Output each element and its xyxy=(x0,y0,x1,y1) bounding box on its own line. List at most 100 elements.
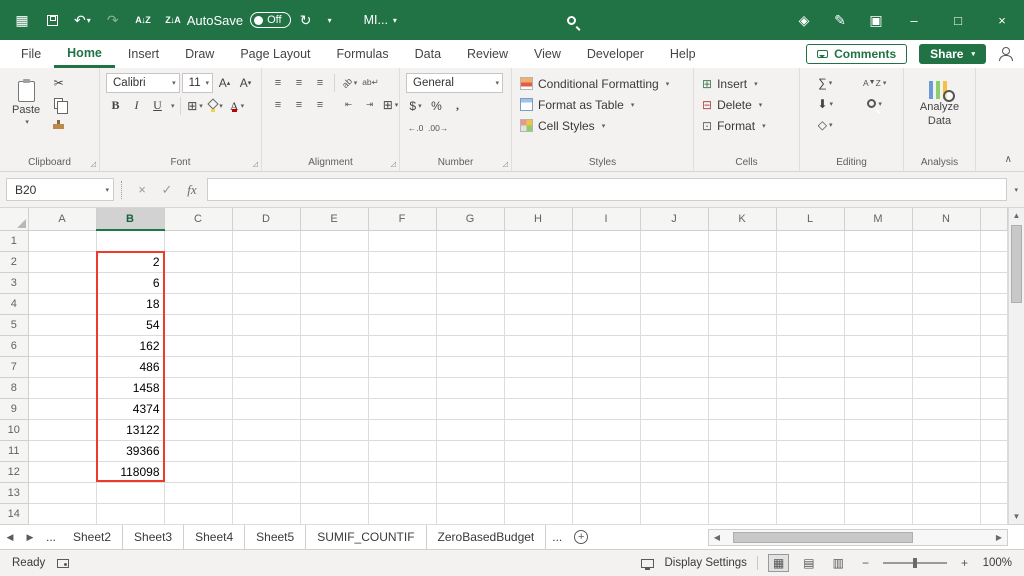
cell-D8[interactable] xyxy=(232,377,301,399)
cell-N9[interactable] xyxy=(912,398,981,420)
cell-D5[interactable] xyxy=(232,314,301,336)
increase-decimal-icon[interactable]: ←.0 xyxy=(406,118,425,137)
cell-E8[interactable] xyxy=(300,377,369,399)
sheet-overflow-right[interactable]: ... xyxy=(546,525,568,549)
cell-M4[interactable] xyxy=(844,293,913,315)
column-header-G[interactable]: G xyxy=(436,208,505,231)
cell-N11[interactable] xyxy=(912,440,981,462)
align-top-icon[interactable]: ≡ xyxy=(268,73,287,92)
cell-G2[interactable] xyxy=(436,251,505,273)
format-cells-button[interactable]: ⊡ Format ▾ xyxy=(700,115,793,136)
cell-H8[interactable] xyxy=(504,377,573,399)
cell-B13[interactable] xyxy=(96,482,165,504)
find-select-icon[interactable]: ▾ xyxy=(852,94,897,113)
autosum-button[interactable]: ∑ ▾ xyxy=(806,73,844,92)
cell-H7[interactable] xyxy=(504,356,573,378)
clear-icon[interactable]: ◇ ▾ xyxy=(806,115,844,134)
cell-N3[interactable] xyxy=(912,272,981,294)
cell-L9[interactable] xyxy=(776,398,845,420)
pen-icon[interactable]: ✎ xyxy=(832,11,848,29)
column-header-C[interactable]: C xyxy=(164,208,233,231)
zoom-out-icon[interactable]: − xyxy=(858,555,873,571)
cell-K6[interactable] xyxy=(708,335,777,357)
cell-G3[interactable] xyxy=(436,272,505,294)
cell-N12[interactable] xyxy=(912,461,981,483)
cell-partial-8[interactable] xyxy=(980,377,1008,399)
cell-partial-9[interactable] xyxy=(980,398,1008,420)
conditional-formatting-button[interactable]: Conditional Formatting ▾ xyxy=(518,73,687,94)
column-header-D[interactable]: D xyxy=(232,208,301,231)
cell-C6[interactable] xyxy=(164,335,233,357)
cell-H12[interactable] xyxy=(504,461,573,483)
currency-format-button[interactable]: $ ▾ xyxy=(406,96,425,115)
cell-G12[interactable] xyxy=(436,461,505,483)
clipboard-dialog-launcher[interactable]: ◿ xyxy=(91,160,96,168)
cell-partial-6[interactable] xyxy=(980,335,1008,357)
workbook-title-menu[interactable]: MI... ▾ xyxy=(364,13,397,27)
maximize-button[interactable]: □ xyxy=(936,0,980,40)
cell-L5[interactable] xyxy=(776,314,845,336)
column-header-K[interactable]: K xyxy=(708,208,777,231)
cell-F8[interactable] xyxy=(368,377,437,399)
cell-G10[interactable] xyxy=(436,419,505,441)
sheet-tab-sheet5[interactable]: Sheet5 xyxy=(245,525,307,549)
person-icon[interactable] xyxy=(998,47,1013,61)
cell-E1[interactable] xyxy=(300,230,369,252)
tab-draw[interactable]: Draw xyxy=(172,40,227,68)
row-header-12[interactable]: 12 xyxy=(0,461,29,483)
cell-N5[interactable] xyxy=(912,314,981,336)
window-layout-icon[interactable]: ▣ xyxy=(868,11,884,29)
cell-J11[interactable] xyxy=(640,440,709,462)
cell-B3[interactable]: 6 xyxy=(96,272,165,294)
cell-partial-4[interactable] xyxy=(980,293,1008,315)
italic-button[interactable]: I xyxy=(127,96,146,115)
row-header-13[interactable]: 13 xyxy=(0,482,29,504)
cell-N8[interactable] xyxy=(912,377,981,399)
tab-data[interactable]: Data xyxy=(402,40,454,68)
cell-C12[interactable] xyxy=(164,461,233,483)
cell-L11[interactable] xyxy=(776,440,845,462)
row-header-1[interactable]: 1 xyxy=(0,230,29,252)
horizontal-scroll-thumb[interactable] xyxy=(733,531,913,543)
macro-record-icon[interactable] xyxy=(57,558,70,568)
cell-N1[interactable] xyxy=(912,230,981,252)
cell-C4[interactable] xyxy=(164,293,233,315)
vertical-scroll-thumb[interactable] xyxy=(1011,225,1022,303)
cell-B9[interactable]: 4374 xyxy=(96,398,165,420)
cell-I6[interactable] xyxy=(572,335,641,357)
borders-icon[interactable]: ⊞ ▾ xyxy=(186,96,205,115)
cell-M8[interactable] xyxy=(844,377,913,399)
row-header-11[interactable]: 11 xyxy=(0,440,29,462)
sort-filter-icon[interactable]: A ▼ Z ▾ xyxy=(852,73,897,92)
cell-C13[interactable] xyxy=(164,482,233,504)
comments-button[interactable]: Comments xyxy=(806,44,908,64)
cell-A5[interactable] xyxy=(28,314,97,336)
zoom-slider[interactable] xyxy=(882,556,947,570)
row-header-2[interactable]: 2 xyxy=(0,251,29,273)
cell-D6[interactable] xyxy=(232,335,301,357)
cell-C8[interactable] xyxy=(164,377,233,399)
column-header-M[interactable]: M xyxy=(844,208,913,231)
cell-L7[interactable] xyxy=(776,356,845,378)
cell-A6[interactable] xyxy=(28,335,97,357)
cell-J6[interactable] xyxy=(640,335,709,357)
formula-bar-handle[interactable] xyxy=(121,180,125,199)
cell-F13[interactable] xyxy=(368,482,437,504)
decrease-indent-icon[interactable]: ⇤ xyxy=(339,95,358,114)
cell-D1[interactable] xyxy=(232,230,301,252)
cell-D14[interactable] xyxy=(232,503,301,525)
cell-I12[interactable] xyxy=(572,461,641,483)
cell-F2[interactable] xyxy=(368,251,437,273)
cell-K10[interactable] xyxy=(708,419,777,441)
sort-ascending-icon[interactable]: A↓Z xyxy=(135,11,151,29)
cell-I14[interactable] xyxy=(572,503,641,525)
cell-K9[interactable] xyxy=(708,398,777,420)
cell-E2[interactable] xyxy=(300,251,369,273)
cell-G5[interactable] xyxy=(436,314,505,336)
cell-E4[interactable] xyxy=(300,293,369,315)
cell-D3[interactable] xyxy=(232,272,301,294)
cell-B12[interactable]: 118098 xyxy=(96,461,165,483)
cell-F10[interactable] xyxy=(368,419,437,441)
cell-K8[interactable] xyxy=(708,377,777,399)
cell-G6[interactable] xyxy=(436,335,505,357)
